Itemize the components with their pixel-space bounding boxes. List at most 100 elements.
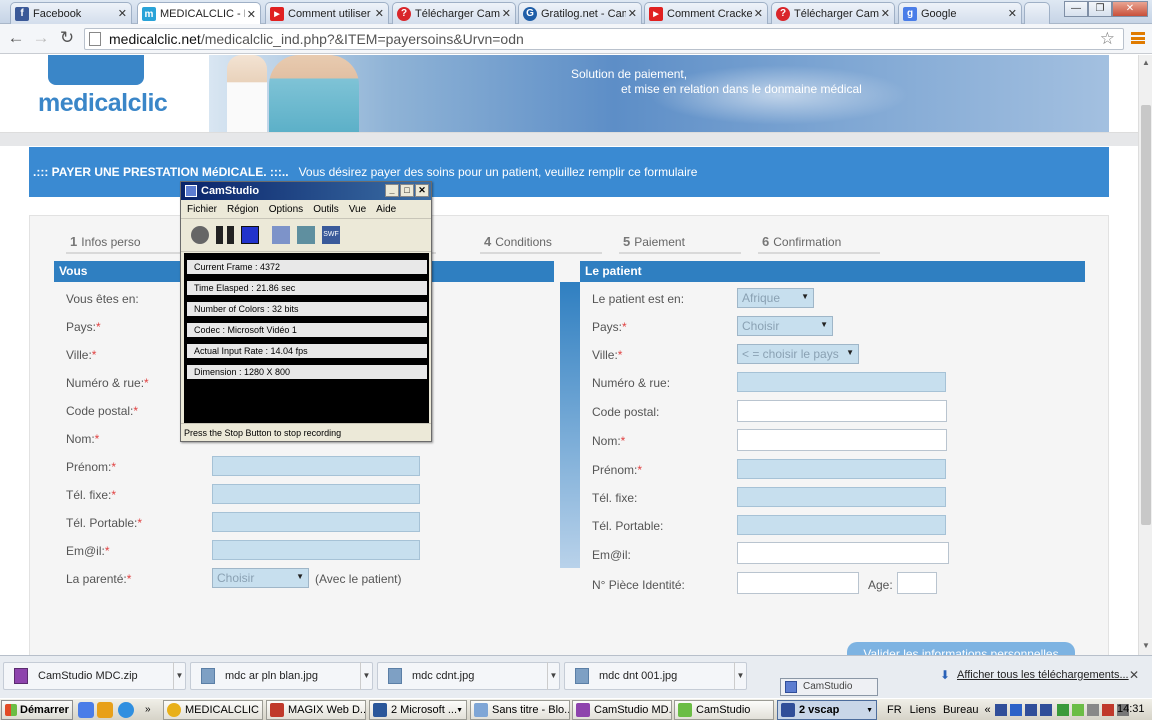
age-input[interactable] (897, 572, 937, 594)
close-icon[interactable]: ✕ (502, 7, 511, 20)
menu-region[interactable]: Région (227, 204, 259, 215)
tel-fixe-input[interactable] (212, 484, 420, 504)
region-icon[interactable] (272, 226, 290, 244)
tab-youtube-1[interactable]: ▶ Comment utiliser c ✕ (265, 2, 389, 24)
validate-button[interactable]: Valider les informations personnelles (847, 642, 1075, 655)
browser-menu-icon[interactable] (1131, 32, 1145, 44)
chevron-down-icon[interactable]: ▼ (173, 662, 185, 690)
ie-icon[interactable] (118, 702, 134, 718)
menu-outils[interactable]: Outils (313, 204, 339, 215)
tray-icon[interactable] (1101, 704, 1114, 716)
stop-icon[interactable] (241, 226, 259, 244)
language-indicator[interactable]: FR (887, 704, 902, 716)
chevron-right-icon[interactable]: » (145, 702, 155, 718)
pause-icon[interactable] (216, 226, 234, 244)
prenom-input[interactable] (212, 456, 420, 476)
pays-select[interactable]: Choisir ▼ (737, 316, 833, 336)
tray-icon[interactable] (1071, 704, 1084, 716)
forward-icon[interactable]: → (31, 28, 51, 48)
taskbar-button[interactable]: MAGIX Web D... (266, 700, 366, 720)
download-item[interactable]: mdc ar pln blan.jpg ▼ (190, 662, 373, 690)
scrollbar-thumb[interactable] (1141, 105, 1151, 525)
tray-icon[interactable] (1024, 704, 1037, 716)
close-window-icon[interactable]: ✕ (1112, 1, 1148, 17)
patient-code-postal-input[interactable] (737, 400, 947, 422)
scroll-down-icon[interactable]: ▼ (1142, 641, 1150, 650)
taskbar-button[interactable]: Sans titre - Blo... (470, 700, 570, 720)
tab-medicalclic[interactable]: m MEDICALCLIC - Pa ✕ (137, 2, 261, 25)
close-icon[interactable]: ✕ (754, 7, 763, 20)
patient-email-input[interactable] (737, 542, 949, 564)
site-logo[interactable]: medicalclic (0, 55, 208, 132)
menu-vue[interactable]: Vue (349, 204, 366, 215)
minimize-icon[interactable]: — (1064, 1, 1088, 17)
parente-select[interactable]: Choisir ▼ (212, 568, 309, 588)
download-item[interactable]: mdc dnt 001.jpg ▼ (564, 662, 747, 690)
tray-icon[interactable] (1086, 704, 1099, 716)
maximize-icon[interactable]: □ (400, 184, 414, 197)
address-bar[interactable]: medicalclic.net/medicalclic_ind.php?&ITE… (84, 28, 1124, 50)
close-icon[interactable]: ✕ (247, 8, 256, 21)
desktop-icon[interactable] (78, 702, 94, 718)
tel-portable-input[interactable] (212, 512, 420, 532)
back-icon[interactable]: ← (6, 28, 26, 48)
chevron-down-icon[interactable]: ▼ (734, 662, 746, 690)
taskbar-button[interactable]: 2 vscap ▼ (777, 700, 877, 720)
ville-select[interactable]: < = choisir le pays ▼ (737, 344, 859, 364)
close-icon[interactable]: ✕ (118, 7, 127, 20)
tab-google[interactable]: g Google ✕ (898, 2, 1022, 24)
links-toolbar[interactable]: Liens (910, 704, 936, 716)
close-icon[interactable]: ✕ (415, 184, 429, 197)
page-scrollbar[interactable]: ▲ ▼ (1138, 55, 1152, 655)
record-icon[interactable] (191, 226, 209, 244)
camstudio-titlebar[interactable]: CamStudio _ □ ✕ (181, 182, 431, 200)
step-4[interactable]: 4 Conditions (480, 229, 602, 254)
scroll-up-icon[interactable]: ▲ (1142, 58, 1150, 67)
step-6[interactable]: 6 Confirmation (758, 229, 880, 254)
network-icon[interactable] (1056, 704, 1069, 716)
tab-telecharger-2[interactable]: ? Télécharger Camt ✕ (771, 2, 895, 24)
menu-fichier[interactable]: Fichier (187, 204, 217, 215)
download-item[interactable]: CamStudio MDC.zip ▼ (3, 662, 186, 690)
reload-icon[interactable]: ↻ (57, 28, 77, 48)
close-icon[interactable]: ✕ (1008, 7, 1017, 20)
close-icon[interactable]: ✕ (1129, 668, 1139, 682)
step-5[interactable]: 5 Paiement (619, 229, 741, 254)
email-input[interactable] (212, 540, 420, 560)
menu-options[interactable]: Options (269, 204, 303, 215)
close-icon[interactable]: ✕ (881, 7, 890, 20)
tab-gratilog[interactable]: G Gratilog.net - Cam ✕ (518, 2, 642, 24)
start-button[interactable]: Démarrer (1, 700, 73, 720)
taskbar-button[interactable]: CamStudio MD... (572, 700, 672, 720)
patient-tel-fixe-input[interactable] (737, 487, 946, 507)
desktop-toolbar[interactable]: Bureau (943, 704, 978, 716)
new-tab-button[interactable] (1024, 2, 1050, 24)
tab-facebook[interactable]: f Facebook ✕ (10, 2, 132, 24)
patient-nom-input[interactable] (737, 429, 947, 451)
tab-telecharger-1[interactable]: ? Télécharger CamS ✕ (392, 2, 516, 24)
chevron-left-icon[interactable]: « (984, 704, 990, 716)
close-icon[interactable]: ✕ (628, 7, 637, 20)
patient-rue-input[interactable] (737, 372, 946, 392)
continent-select[interactable]: Afrique ▼ (737, 288, 814, 308)
download-item[interactable]: mdc cdnt.jpg ▼ (377, 662, 560, 690)
chevron-down-icon[interactable]: ▼ (547, 662, 559, 690)
minimize-icon[interactable]: _ (385, 184, 399, 197)
taskbar-button[interactable]: CamStudio (674, 700, 774, 720)
patient-prenom-input[interactable] (737, 459, 946, 479)
taskbar-button[interactable]: 2 Microsoft ... ▼ (369, 700, 467, 720)
step-1[interactable]: 1 Infos perso (66, 229, 192, 254)
close-icon[interactable]: ✕ (375, 7, 384, 20)
tray-icon[interactable] (994, 704, 1007, 716)
tray-icon[interactable] (1039, 704, 1052, 716)
menu-aide[interactable]: Aide (376, 204, 396, 215)
bookmark-star-icon[interactable]: ☆ (1100, 29, 1115, 49)
show-all-downloads-link[interactable]: Afficher tous les téléchargements... (957, 669, 1129, 681)
annotation-icon[interactable] (297, 226, 315, 244)
taskbar-button[interactable]: MEDICALCLIC ... (163, 700, 263, 720)
patient-tel-portable-input[interactable] (737, 515, 946, 535)
restore-icon[interactable]: ❐ (1088, 1, 1112, 17)
camstudio-window[interactable]: CamStudio _ □ ✕ Fichier Région Options O… (180, 181, 432, 442)
tab-youtube-2[interactable]: ▶ Comment Cracker ✕ (644, 2, 768, 24)
swf-icon[interactable]: SWF (322, 226, 340, 244)
